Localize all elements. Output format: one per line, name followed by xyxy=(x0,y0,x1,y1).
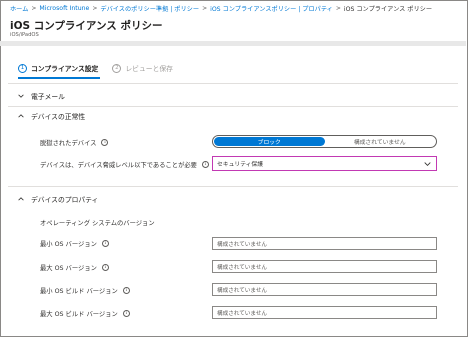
chevron-down-icon xyxy=(424,162,431,167)
info-icon[interactable]: i xyxy=(201,161,209,168)
breadcrumb: ホーム > Microsoft Intune > デバイスのポリシー準拠 | ポ… xyxy=(10,3,432,13)
section-device-properties-header[interactable]: デバイスのプロパティ xyxy=(18,194,98,204)
header-divider xyxy=(0,41,466,46)
step-number-badge: 2 xyxy=(112,63,122,73)
info-icon[interactable]: i xyxy=(101,264,109,271)
os-version-subheading: オペレーティング システムのバージョン xyxy=(40,220,155,227)
field-label-text: 最大 OS ビルド バージョン xyxy=(40,311,118,318)
wizard-step-compliance-settings[interactable]: 1 コンプライアンス設定 xyxy=(18,63,100,79)
section-divider xyxy=(8,186,458,187)
info-icon[interactable]: i xyxy=(101,240,109,247)
breadcrumb-separator: > xyxy=(202,4,208,12)
input-placeholder: 構成されていません xyxy=(217,287,268,294)
page-subtitle: iOS/iPadOS xyxy=(10,32,39,38)
active-step-indicator xyxy=(18,77,100,79)
wizard-step-review-save[interactable]: 2 レビューと保存 xyxy=(112,63,173,73)
min-os-version-label: 最小 OS バージョン i xyxy=(40,239,109,248)
max-os-version-label: 最大 OS バージョン i xyxy=(40,263,109,272)
min-os-version-input[interactable]: 構成されていません xyxy=(212,237,437,250)
input-placeholder: 構成されていません xyxy=(217,310,268,317)
wizard-steps: 1 コンプライアンス設定 2 レビューと保存 xyxy=(18,63,187,79)
threat-level-selected-value: セキュリティ保護 xyxy=(217,162,264,168)
info-icon[interactable]: i xyxy=(122,287,130,294)
breadcrumb-compliance-policies[interactable]: デバイスのポリシー準拠 | ポリシー xyxy=(100,4,199,13)
min-os-build-version-label: 最小 OS ビルド バージョン i xyxy=(40,286,130,295)
max-os-build-version-input[interactable]: 構成されていません xyxy=(212,306,437,319)
section-device-health-title: デバイスの正常性 xyxy=(31,113,86,121)
field-label-text: 最小 OS バージョン xyxy=(40,241,97,248)
info-icon[interactable]: i xyxy=(101,139,109,146)
chevron-down-icon xyxy=(18,94,24,98)
jailbroken-toggle[interactable]: ブロック 構成されていません xyxy=(212,135,437,148)
step-label: レビューと保存 xyxy=(125,65,173,73)
min-os-build-version-input[interactable]: 構成されていません xyxy=(212,283,437,296)
toggle-option-not-configured[interactable]: 構成されていません xyxy=(325,137,436,146)
breadcrumb-separator: > xyxy=(92,4,98,12)
section-divider xyxy=(8,106,458,107)
threat-level-dropdown[interactable]: セキュリティ保護 xyxy=(212,156,437,171)
threat-level-label-text: デバイスは、デバイス脅威レベル以下であることが必要 xyxy=(40,162,197,169)
field-label-text: 最大 OS バージョン xyxy=(40,265,97,272)
max-os-version-input[interactable]: 構成されていません xyxy=(212,260,437,273)
wizard-divider xyxy=(8,83,458,84)
section-email-title: 電子メール xyxy=(31,93,65,101)
breadcrumb-separator: > xyxy=(31,4,37,12)
jailbroken-label: 脱獄されたデバイス i xyxy=(40,138,109,147)
step-label: コンプライアンス設定 xyxy=(31,65,99,73)
breadcrumb-intune[interactable]: Microsoft Intune xyxy=(39,5,89,12)
breadcrumb-separator: > xyxy=(335,4,341,12)
page-title: iOS コンプライアンス ポリシー xyxy=(10,20,163,32)
input-placeholder: 構成されていません xyxy=(217,241,268,248)
jailbroken-label-text: 脱獄されたデバイス xyxy=(40,140,97,147)
breadcrumb-policy-properties[interactable]: iOS コンプライアンスポリシー | プロパティ xyxy=(210,4,333,13)
section-device-properties-title: デバイスのプロパティ xyxy=(31,196,99,204)
toggle-option-block[interactable]: ブロック xyxy=(214,137,325,146)
field-label-text: 最小 OS ビルド バージョン xyxy=(40,288,118,295)
breadcrumb-current: iOS コンプライアンス ポリシー xyxy=(343,5,433,13)
info-icon[interactable]: i xyxy=(122,310,130,317)
step-number-badge: 1 xyxy=(18,63,27,73)
threat-level-label: デバイスは、デバイス脅威レベル以下であることが必要 i xyxy=(40,160,209,169)
chevron-up-icon xyxy=(18,197,24,201)
section-device-health-header[interactable]: デバイスの正常性 xyxy=(18,111,85,121)
breadcrumb-home[interactable]: ホーム xyxy=(10,4,28,13)
section-email-header[interactable]: 電子メール xyxy=(18,91,65,101)
chevron-up-icon xyxy=(18,114,24,118)
max-os-build-version-label: 最大 OS ビルド バージョン i xyxy=(40,309,130,318)
input-placeholder: 構成されていません xyxy=(217,264,268,271)
